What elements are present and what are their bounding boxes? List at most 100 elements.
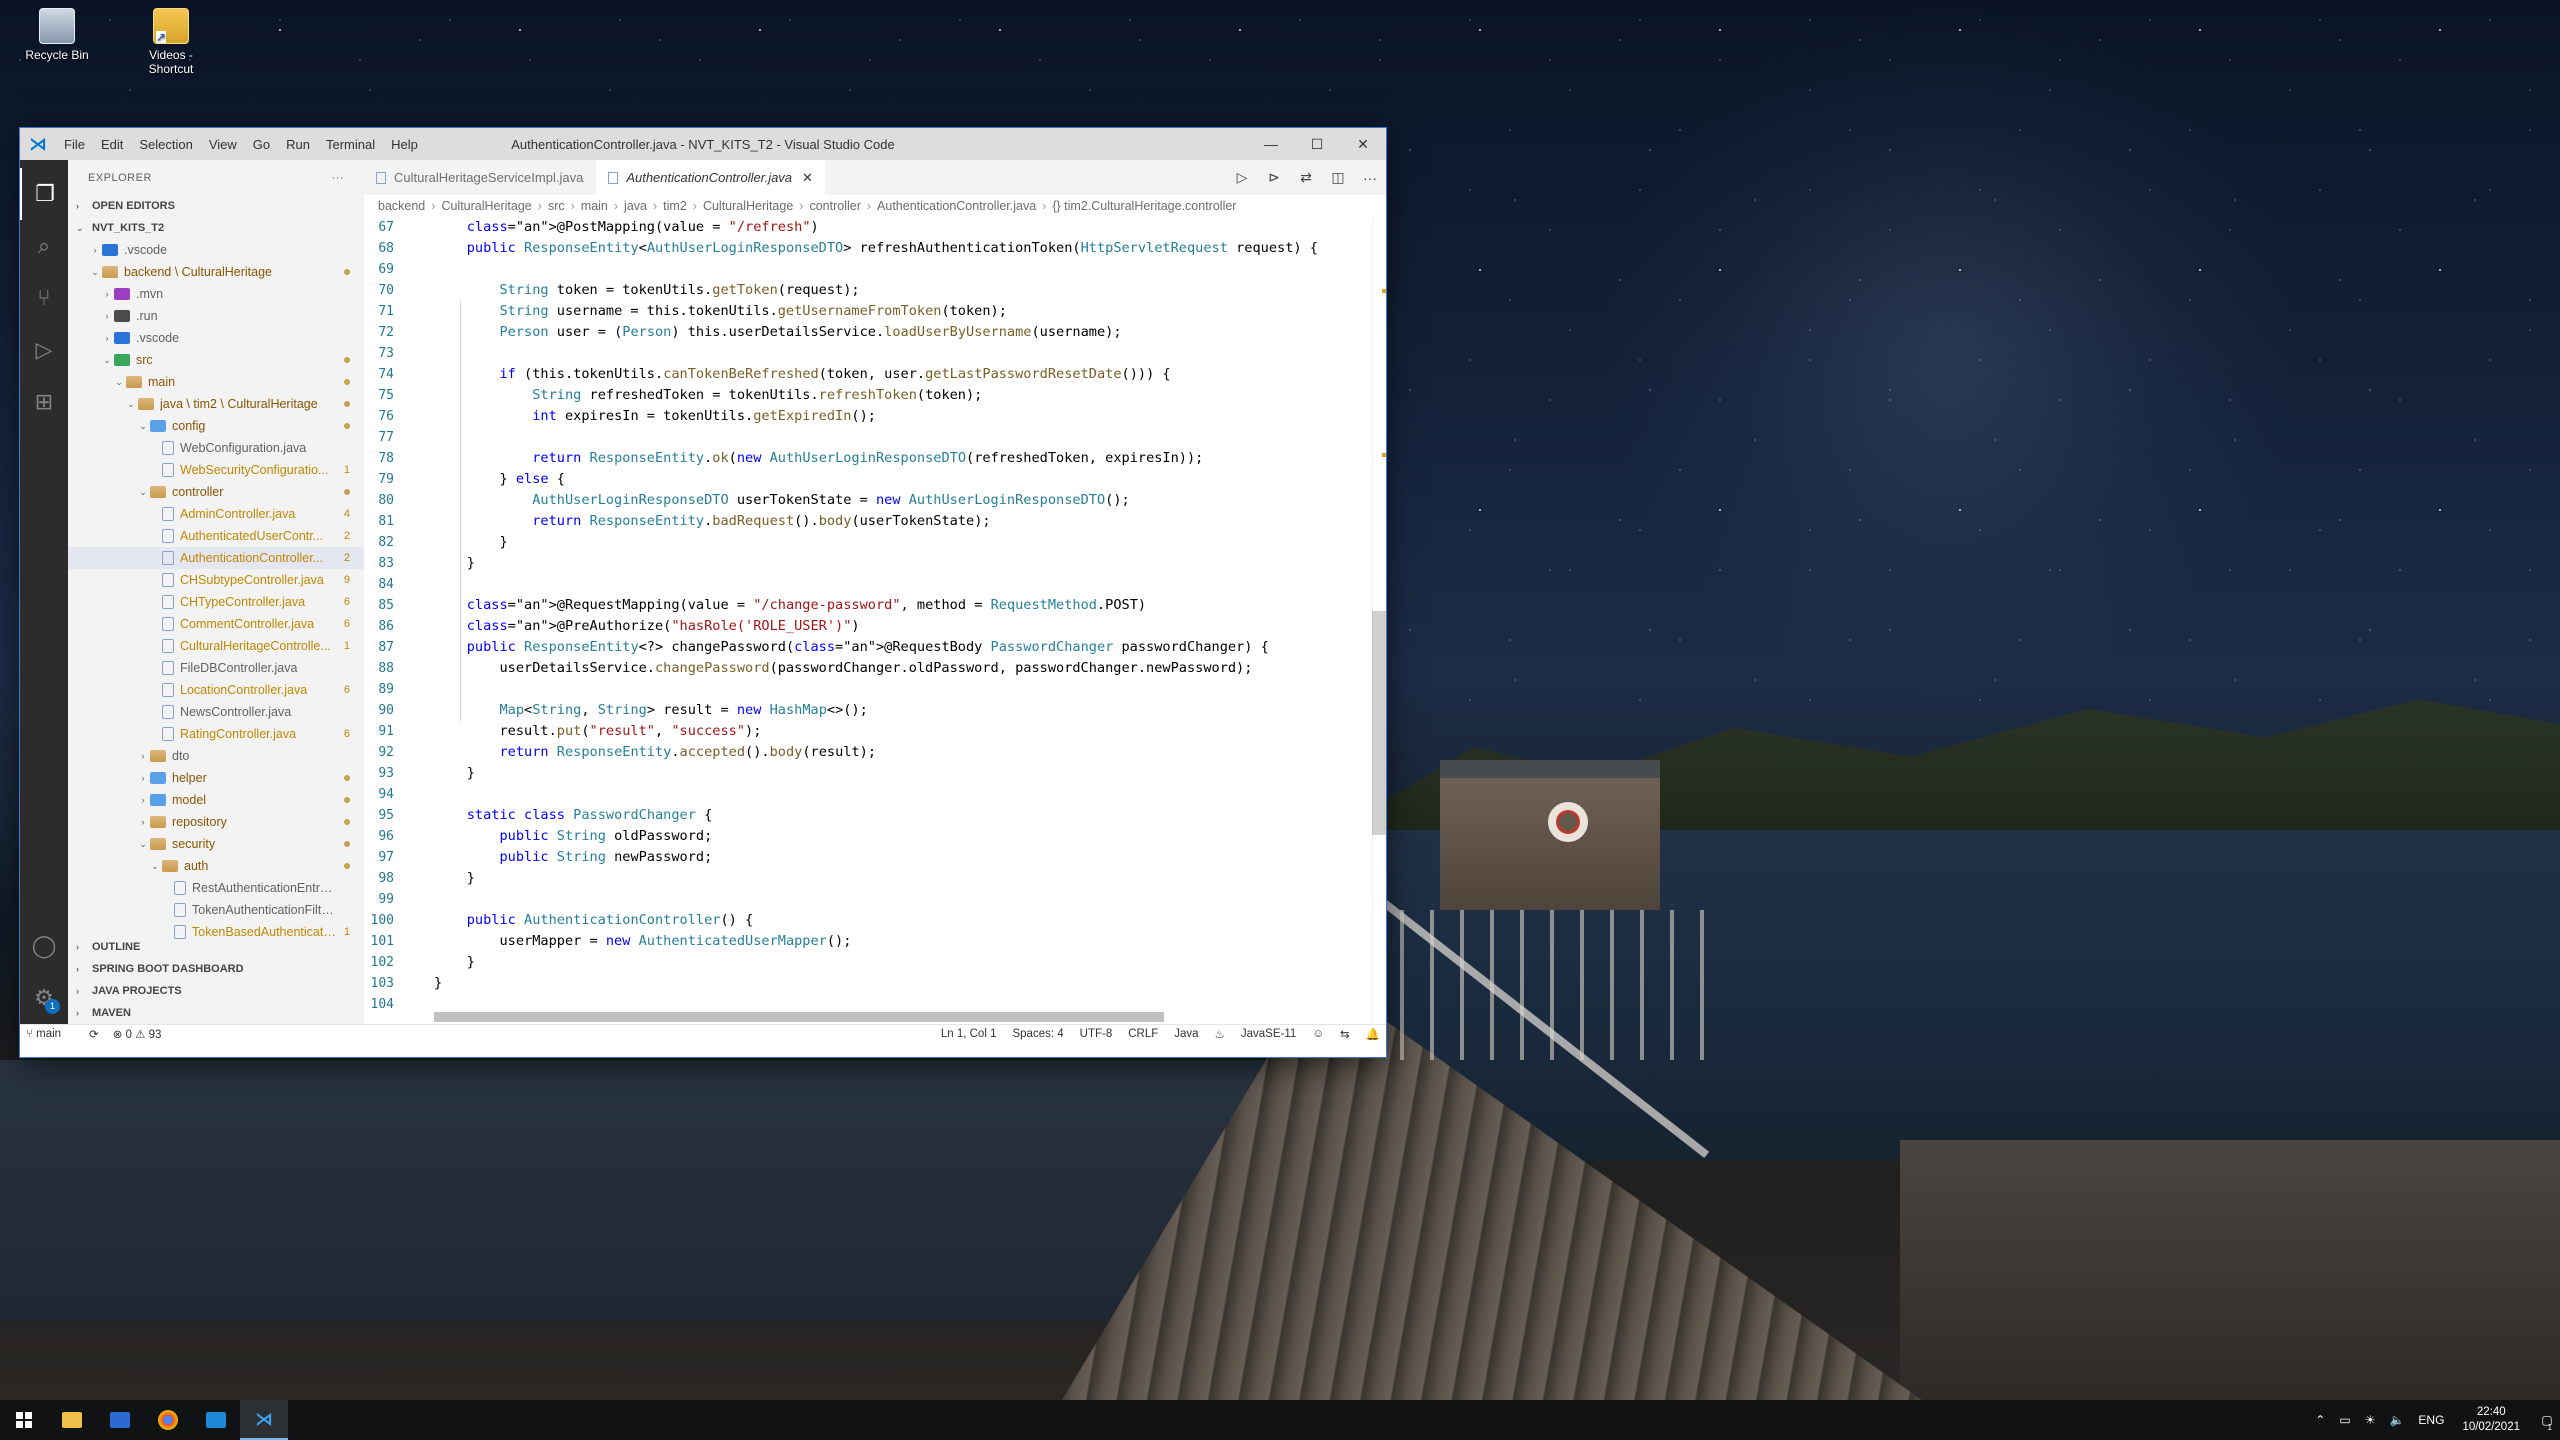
more-actions-icon[interactable]: ··· <box>332 172 345 184</box>
spring-boot-dashboard-section[interactable]: › SPRING BOOT DASHBOARD <box>68 958 364 980</box>
run-icon[interactable]: ▷ <box>1226 169 1258 186</box>
feedback-icon[interactable]: ☺ <box>1312 1028 1324 1040</box>
tree-file-item[interactable]: AuthenticationController... 2 <box>68 547 364 569</box>
breadcrumb-item[interactable]: backend <box>378 199 425 213</box>
tree-file-item[interactable]: AdminController.java 4 <box>68 503 364 525</box>
tree-file-item[interactable]: CulturalHeritageControlle... 1 <box>68 635 364 657</box>
breadcrumb-item[interactable]: CulturalHeritage <box>441 199 531 213</box>
java-runtime[interactable]: JavaSE-11 <box>1241 1028 1296 1040</box>
breadcrumb-item[interactable]: src <box>548 199 565 213</box>
tree-file-item[interactable]: FileDBController.java <box>68 657 364 679</box>
tree-folder-item[interactable]: ⌄ src <box>68 349 364 371</box>
minimize-button[interactable]: — <box>1248 128 1294 160</box>
scrollbar-thumb[interactable] <box>1372 611 1386 835</box>
language-indicator[interactable]: ENG <box>2418 1413 2444 1427</box>
tree-folder-item[interactable]: › .vscode <box>68 239 364 261</box>
end-of-line[interactable]: CRLF <box>1128 1028 1158 1040</box>
tree-folder-item[interactable]: ⌄ security <box>68 833 364 855</box>
tree-folder-item[interactable]: › repository <box>68 811 364 833</box>
breadcrumb-item[interactable]: main <box>581 199 608 213</box>
menu-go[interactable]: Go <box>245 137 278 152</box>
tree-file-item[interactable]: RestAuthenticationEntryPoin... <box>68 877 364 899</box>
maximize-button[interactable]: ☐ <box>1294 128 1340 160</box>
workspace-section[interactable]: ⌄ NVT_KITS_T2 <box>68 217 364 239</box>
tree-folder-item[interactable]: › dto <box>68 745 364 767</box>
tree-folder-item[interactable]: › .run <box>68 305 364 327</box>
breadcrumb-item[interactable]: tim2 <box>663 199 687 213</box>
code-editor[interactable]: 67 class="an">@PostMapping(value = "/ref… <box>364 217 1386 1024</box>
split-editor-icon[interactable]: ◫ <box>1322 169 1354 186</box>
desktop-icon-recycle-bin[interactable]: Recycle Bin <box>12 8 102 62</box>
tree-file-item[interactable]: RatingController.java 6 <box>68 723 364 745</box>
tree-file-item[interactable]: CHSubtypeController.java 9 <box>68 569 364 591</box>
brightness-icon[interactable]: ☀ <box>2365 1413 2376 1427</box>
tree-folder-item[interactable]: ⌄ main <box>68 371 364 393</box>
open-editors-section[interactable]: › OPEN EDITORS <box>68 195 364 217</box>
menu-view[interactable]: View <box>201 137 245 152</box>
menu-file[interactable]: File <box>56 137 93 152</box>
menu-help[interactable]: Help <box>383 137 426 152</box>
live-share-icon[interactable]: ⇆ <box>1340 1027 1350 1041</box>
run-debug-icon[interactable]: ▷ <box>20 324 68 376</box>
vertical-scrollbar[interactable] <box>1372 217 1386 1024</box>
open-changes-icon[interactable]: ⇄ <box>1290 169 1322 186</box>
debug-icon[interactable]: ⊳ <box>1258 169 1290 186</box>
tree-folder-item[interactable]: › .mvn <box>68 283 364 305</box>
taskbar-vscode[interactable]: ⋊ <box>240 1400 288 1440</box>
close-button[interactable]: ✕ <box>1340 128 1386 160</box>
taskbar-file-explorer[interactable] <box>48 1400 96 1440</box>
volume-icon[interactable]: 🔈 <box>2389 1413 2404 1427</box>
tree-folder-item[interactable]: ⌄ controller <box>68 481 364 503</box>
tree-file-item[interactable]: CHTypeController.java 6 <box>68 591 364 613</box>
source-control-icon[interactable]: ⑂ <box>20 272 68 324</box>
search-icon[interactable]: ⌕ <box>20 220 68 272</box>
breadcrumb-item[interactable]: {} tim2.CulturalHeritage.controller <box>1052 199 1236 213</box>
explorer-icon[interactable]: ❐ <box>20 168 68 220</box>
start-button[interactable] <box>0 1400 48 1440</box>
branch-indicator[interactable]: ⑂ main <box>26 1028 75 1040</box>
tree-file-item[interactable]: AuthenticatedUserContr... 2 <box>68 525 364 547</box>
tree-file-item[interactable]: NewsController.java <box>68 701 364 723</box>
desktop-icon-videos-shortcut[interactable]: Videos - Shortcut <box>126 8 216 76</box>
account-icon[interactable]: ◯ <box>20 920 68 972</box>
maven-section[interactable]: › MAVEN <box>68 1002 364 1024</box>
taskbar-store[interactable] <box>192 1400 240 1440</box>
tree-file-item[interactable]: LocationController.java 6 <box>68 679 364 701</box>
java-projects-section[interactable]: › JAVA PROJECTS <box>68 980 364 1002</box>
breadcrumb-item[interactable]: AuthenticationController.java <box>877 199 1036 213</box>
tree-folder-item[interactable]: ⌄ backend \ CulturalHeritage <box>68 261 364 283</box>
tree-file-item[interactable]: TokenAuthenticationFilter.java <box>68 899 364 921</box>
tree-file-item[interactable]: WebConfiguration.java <box>68 437 364 459</box>
sync-icon[interactable]: ⟳ <box>89 1027 99 1041</box>
notifications-bell-icon[interactable]: 🔔 <box>1366 1027 1380 1041</box>
menu-run[interactable]: Run <box>278 137 318 152</box>
java-status-icon[interactable]: ♨ <box>1215 1027 1225 1041</box>
tree-folder-item[interactable]: ⌄ auth <box>68 855 364 877</box>
breadcrumb-item[interactable]: java <box>624 199 647 213</box>
tree-file-item[interactable]: CommentController.java 6 <box>68 613 364 635</box>
indentation[interactable]: Spaces: 4 <box>1012 1028 1063 1040</box>
tree-folder-item[interactable]: ⌄ config <box>68 415 364 437</box>
taskbar-outlook[interactable] <box>96 1400 144 1440</box>
tree-file-item[interactable]: WebSecurityConfiguratio... 1 <box>68 459 364 481</box>
settings-gear-icon[interactable]: ⚙ 1 <box>20 972 68 1024</box>
action-center-button[interactable]: ▢ 1 <box>2520 1413 2560 1432</box>
encoding[interactable]: UTF-8 <box>1080 1028 1113 1040</box>
tray-chevron-up-icon[interactable]: ⌃ <box>2315 1413 2325 1427</box>
tree-folder-item[interactable]: › .vscode <box>68 327 364 349</box>
extensions-icon[interactable]: ⊞ <box>20 376 68 428</box>
clock[interactable]: 22:40 10/02/2021 <box>2462 1405 2520 1435</box>
tree-folder-item[interactable]: ⌄ java \ tim2 \ CulturalHeritage <box>68 393 364 415</box>
menu-selection[interactable]: Selection <box>131 137 200 152</box>
breadcrumb-item[interactable]: controller <box>809 199 860 213</box>
outline-section[interactable]: › OUTLINE <box>68 936 364 958</box>
tree-folder-item[interactable]: › model <box>68 789 364 811</box>
tab-authenticationcontroller[interactable]: AuthenticationController.java ✕ <box>596 160 826 195</box>
problems-indicator[interactable]: ⊗ 0 ⚠ 93 <box>113 1027 162 1041</box>
taskbar-chrome[interactable] <box>144 1400 192 1440</box>
tab-culturalheritageserviceimpl[interactable]: CulturalHeritageServiceImpl.java <box>364 160 597 195</box>
cursor-position[interactable]: Ln 1, Col 1 <box>941 1028 997 1040</box>
more-actions-icon[interactable]: ··· <box>1354 170 1386 186</box>
menu-terminal[interactable]: Terminal <box>318 137 383 152</box>
horizontal-scrollbar[interactable] <box>434 1012 1164 1022</box>
